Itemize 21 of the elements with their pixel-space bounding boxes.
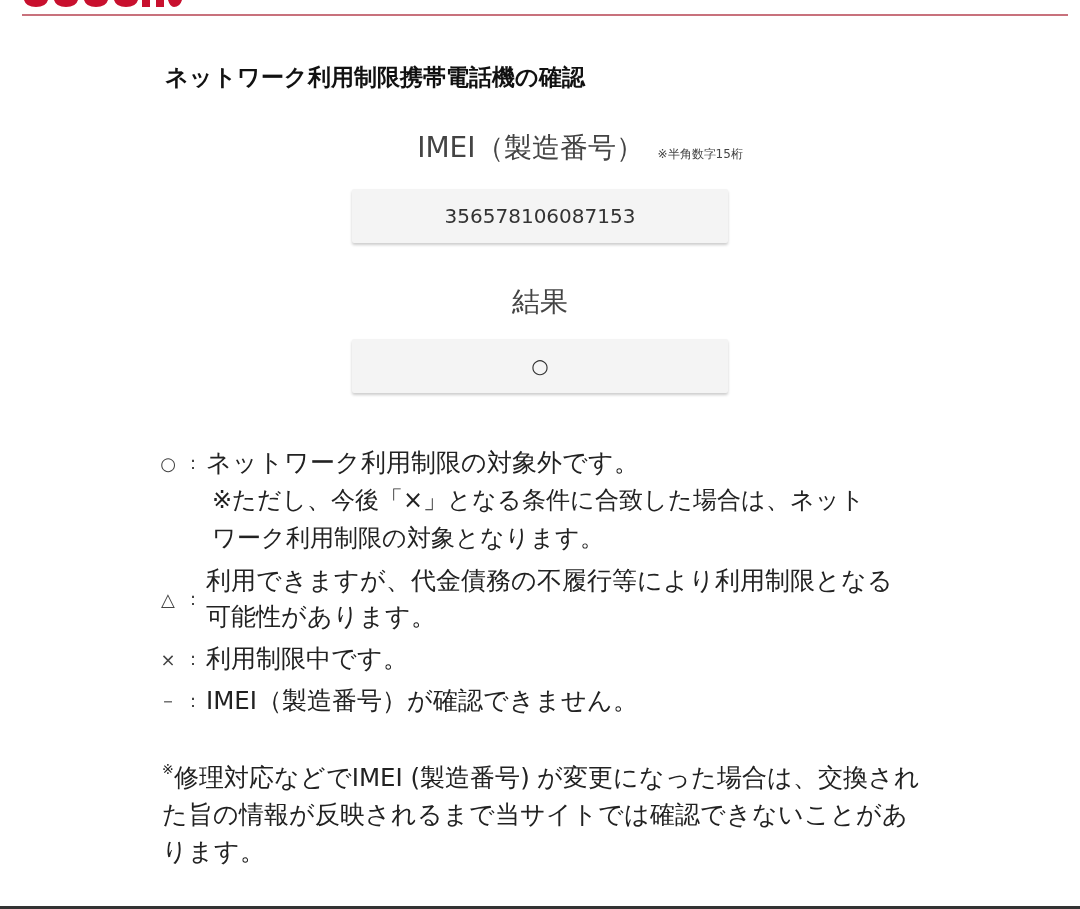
legend-text: ネットワーク利用制限の対象外です。 — [206, 447, 639, 479]
legend-symbol: △ — [160, 588, 176, 610]
legend-colon: ： — [183, 451, 203, 475]
logo-icon — [22, 0, 182, 8]
legend-text: 利用制限中です。 — [206, 643, 408, 675]
legend-symbol: － — [158, 689, 178, 713]
result-label: 結果 — [512, 284, 568, 320]
legend-text: 利用できますが、代金債務の不履行等により利用制限となる 可能性があります。 — [206, 565, 893, 633]
page-title: ネットワーク利用制限携帯電話機の確認 — [165, 63, 587, 92]
legend-symbol: × — [159, 648, 177, 670]
legend-colon: ： — [183, 647, 203, 671]
result-field: ○ — [352, 339, 728, 393]
legend-symbol: ○ — [159, 452, 177, 474]
legend-colon: ： — [183, 587, 203, 611]
field-hint: ※半角数字15桁 — [657, 146, 743, 163]
field-label: IMEI（製造番号） — [417, 130, 644, 166]
legend-text: IMEI（製造番号）が確認できません。 — [206, 685, 639, 717]
footnote: $^{※}$修理対応などでIMEI (製造番号) が変更になった場合は、交換され た旨の情報が反映されるまで当サイトでは確認できないことがあ ります。 — [162, 760, 922, 868]
legend-colon: ： — [183, 689, 203, 713]
legend-note: ※ただし、今後「×」となる条件に合致した場合は、ネット ワーク利用制限の対象となります。 — [212, 485, 867, 554]
imei-field[interactable]: 356578106087153 — [352, 189, 728, 243]
